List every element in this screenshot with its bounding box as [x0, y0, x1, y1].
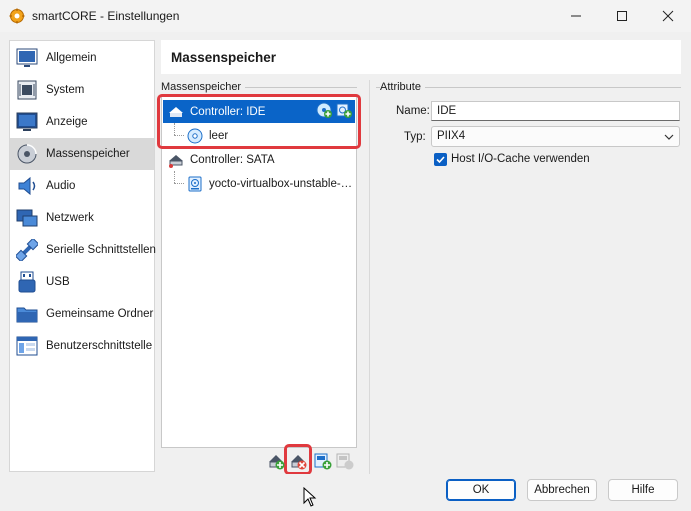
name-label: Name: [396, 105, 430, 117]
sidebar-item-gemeinsame-ordner[interactable]: Gemeinsame Ordner [10, 298, 154, 330]
ok-button[interactable]: OK [446, 479, 516, 501]
sidebar-item-label: Serielle Schnittstellen [46, 244, 156, 256]
minimize-icon [571, 15, 581, 17]
sidebar-item-allgemein[interactable]: Allgemein [10, 42, 154, 74]
sidebar-item-label: Gemeinsame Ordner [46, 308, 154, 320]
user-interface-icon [16, 336, 38, 356]
general-icon [16, 48, 38, 67]
maximize-icon [617, 11, 627, 21]
close-button[interactable] [645, 0, 691, 32]
type-select[interactable]: PIIX4 [431, 126, 680, 147]
settings-category-list: Allgemein System Anzeige Massenspeicher … [9, 40, 156, 472]
sidebar-item-label: System [46, 84, 85, 96]
tree-item-label: Controller: SATA [190, 153, 275, 166]
host-io-cache-checkbox[interactable] [434, 153, 447, 166]
sidebar-item-system[interactable]: System [10, 74, 154, 106]
sidebar-item-label: Anzeige [46, 116, 88, 128]
virtualbox-gear-icon [9, 8, 25, 24]
remove-attachment-icon[interactable] [336, 452, 354, 470]
cancel-button[interactable]: Abbrechen [527, 479, 597, 501]
speaker-icon [18, 176, 36, 196]
chevron-down-icon [664, 134, 674, 140]
sidebar-item-serielle-schnittstellen[interactable]: Serielle Schnittstellen [10, 234, 156, 266]
add-attachment-icon[interactable] [314, 452, 332, 470]
mouse-cursor-icon [303, 487, 317, 507]
attributes-separator [369, 80, 370, 475]
sidebar-item-benutzerschnittstelle[interactable]: Benutzerschnittstelle [10, 330, 154, 362]
network-icon [16, 209, 38, 227]
name-field[interactable]: IDE [431, 101, 680, 121]
highlight-box-ide-controller [157, 94, 361, 149]
sidebar-item-label: Massenspeicher [46, 148, 130, 160]
shared-folder-icon [16, 307, 38, 323]
sidebar-item-massenspeicher[interactable]: Massenspeicher [10, 138, 154, 170]
serial-port-icon [16, 239, 38, 261]
remove-controller-icon[interactable] [289, 452, 307, 470]
system-chip-icon [17, 80, 37, 100]
hard-disk-icon [188, 176, 202, 191]
sidebar-item-label: Allgemein [46, 52, 97, 64]
minimize-button[interactable] [553, 0, 599, 32]
sata-controller-icon [169, 154, 183, 168]
tree-item-label: yocto-virtualbox-unstable-h... [209, 177, 355, 190]
add-controller-icon[interactable] [267, 452, 285, 470]
help-button[interactable]: Hilfe [608, 479, 678, 501]
tree-item-hard-disk[interactable]: yocto-virtualbox-unstable-h... [163, 172, 355, 195]
usb-icon [18, 271, 36, 293]
close-icon [662, 10, 674, 22]
title-bar: smartCORE - Einstellungen [0, 0, 691, 32]
maximize-button[interactable] [599, 0, 645, 32]
storage-disk-icon [17, 144, 37, 164]
tree-item-controller-sata[interactable]: Controller: SATA [163, 148, 355, 171]
sidebar-item-audio[interactable]: Audio [10, 170, 154, 202]
sidebar-item-label: Audio [46, 180, 76, 192]
sidebar-item-netzwerk[interactable]: Netzwerk [10, 202, 154, 234]
page-header: Massenspeicher [161, 40, 681, 74]
sidebar-item-anzeige[interactable]: Anzeige [10, 106, 154, 138]
page-title: Massenspeicher [171, 50, 277, 65]
attributes-group-label: Attribute [380, 81, 425, 93]
sidebar-item-usb[interactable]: USB [10, 266, 154, 298]
sidebar-item-label: USB [46, 276, 70, 288]
host-io-cache-label[interactable]: Host I/O-Cache verwenden [451, 153, 590, 165]
type-label: Typ: [404, 131, 426, 143]
sidebar-item-label: Netzwerk [46, 212, 94, 224]
sidebar-item-label: Benutzerschnittstelle [46, 340, 153, 352]
storage-group-label: Massenspeicher [161, 81, 246, 93]
checkmark-icon [436, 156, 445, 164]
type-select-value: PIIX4 [437, 130, 466, 142]
display-icon [16, 112, 38, 131]
window-title: smartCORE - Einstellungen [32, 9, 180, 23]
